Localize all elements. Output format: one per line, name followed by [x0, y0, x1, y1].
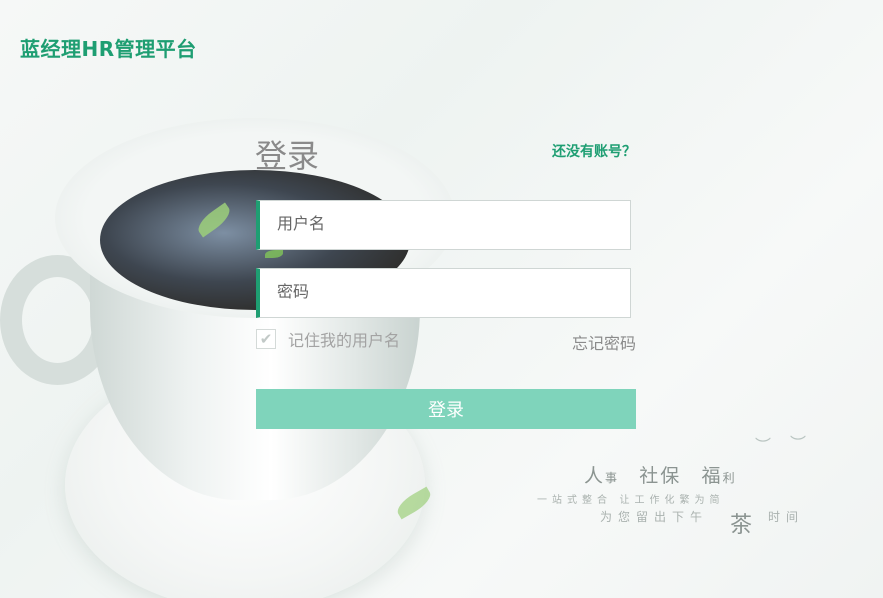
username-field[interactable]: [256, 200, 631, 250]
remember-me[interactable]: ✔ 记住我的用户名: [256, 329, 401, 350]
slogan-word: 社保: [639, 466, 682, 487]
login-button[interactable]: 登录: [256, 389, 636, 429]
slogan-main: 人事 社保 福利: [584, 461, 737, 488]
forgot-password-link[interactable]: 忘记密码: [572, 330, 636, 354]
bird-icon: ︶: [755, 436, 772, 455]
check-icon: ✔: [259, 329, 273, 348]
bird-icon: ︶: [790, 434, 807, 453]
register-link[interactable]: 还没有账号？: [552, 141, 636, 161]
password-input[interactable]: [260, 269, 630, 317]
slogan-tea: 茶: [730, 512, 753, 537]
remember-label: 记住我的用户名: [288, 331, 401, 350]
brand-title: 蓝经理HR管理平台: [20, 37, 197, 61]
slogan-word-small: 事: [605, 471, 620, 485]
slogan-line1: 一站式整合 让工作化繁为简: [537, 495, 725, 506]
slogan-word: 人: [584, 466, 606, 487]
password-field[interactable]: [256, 268, 631, 318]
slogan-line2: 为您留出下午: [600, 510, 709, 524]
remember-checkbox[interactable]: ✔: [256, 329, 276, 349]
login-title: 登录: [255, 138, 320, 174]
slogan-word: 福: [701, 466, 723, 487]
username-input[interactable]: [260, 201, 630, 249]
slogan-line2-tail: 时间: [768, 510, 805, 524]
slogan-word-small: 利: [722, 471, 737, 485]
